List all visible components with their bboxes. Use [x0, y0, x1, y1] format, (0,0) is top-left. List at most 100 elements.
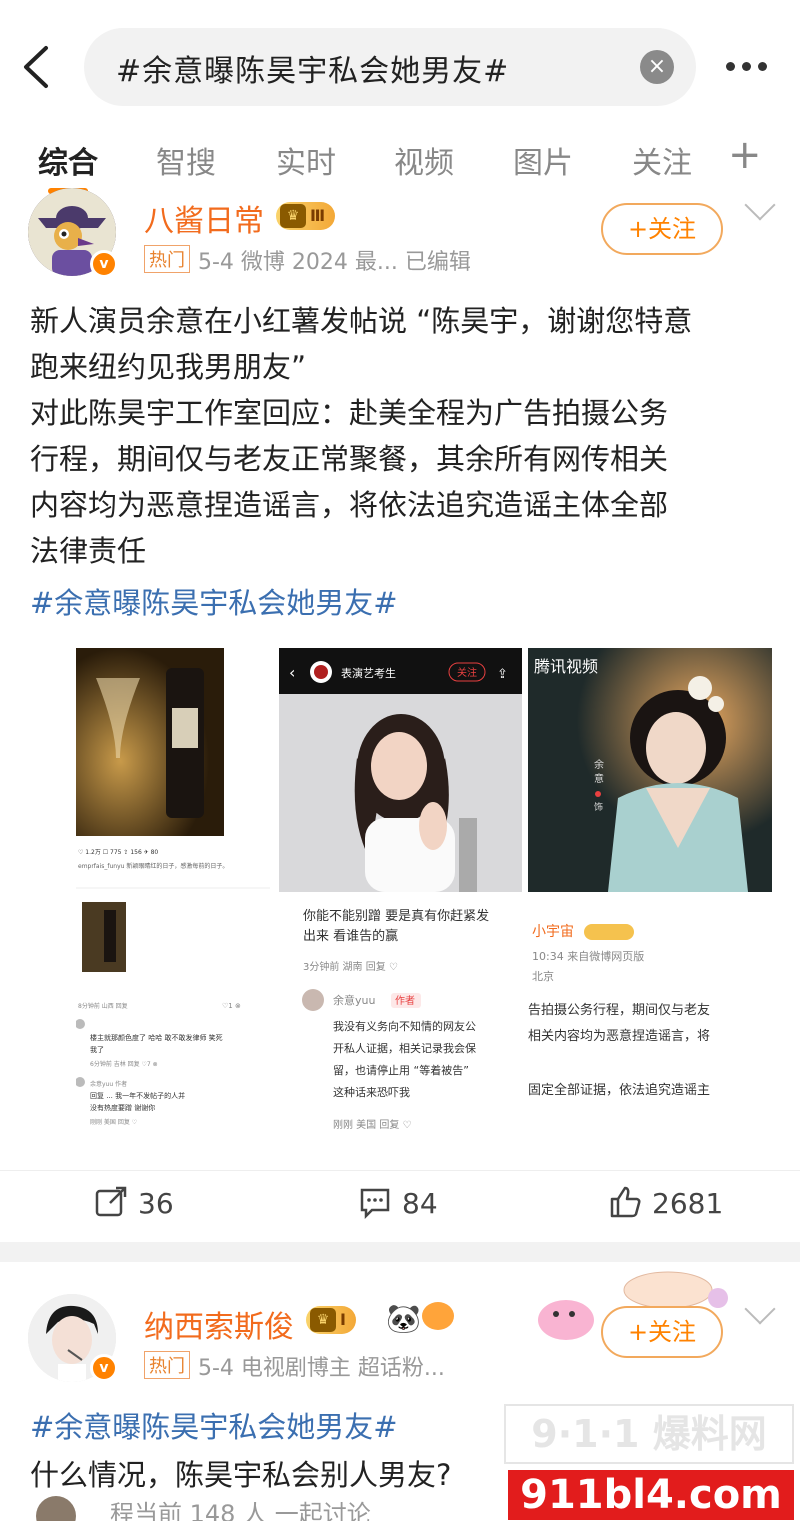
- tab-bar: 综合 智搜 实时 视频 图片 关注 +: [0, 130, 800, 198]
- repost-count: 36: [138, 1187, 174, 1220]
- svg-text:余: 余: [594, 758, 604, 771]
- post-username[interactable]: 纳西索斯俊: [144, 1302, 294, 1346]
- avatar: [36, 1496, 76, 1521]
- user-level-badge: ♛ Ⅰ: [306, 1306, 356, 1334]
- svg-text:相关内容均为恶意捏造谣言，将: 相关内容均为恶意捏造谣言，将: [528, 1028, 710, 1044]
- svg-text:emprfais_funyu 新颖眼睛红的日子，感激每前的日: emprfais_funyu 新颖眼睛红的日子，感激每前的日子。: [78, 862, 228, 870]
- tab-following[interactable]: 关注: [632, 138, 692, 182]
- tab-smart-search[interactable]: 智搜: [156, 138, 216, 182]
- thumbs-up-icon: [610, 1186, 641, 1218]
- svg-text:我了: 我了: [90, 1045, 104, 1054]
- search-query: #余意曝陈昊宇私会她男友#: [116, 54, 510, 89]
- svg-text:刚刚 美国 回复 ♡: 刚刚 美国 回复 ♡: [90, 1118, 137, 1126]
- svg-text:意: 意: [594, 772, 604, 785]
- svg-text:没有热度要蹭 谢谢你: 没有热度要蹭 谢谢你: [90, 1103, 155, 1112]
- comment-icon: [360, 1188, 390, 1220]
- svg-text:10:34 来自微博网页版: 10:34 来自微博网页版: [532, 949, 644, 963]
- level-value: Ⅲ: [310, 206, 326, 225]
- discussion-bar[interactable]: 程当前 148 人 一起讨论: [0, 1490, 505, 1521]
- svg-text:3分钟前 湖南 回复 ♡: 3分钟前 湖南 回复 ♡: [303, 960, 398, 973]
- comment-button[interactable]: 84: [358, 1185, 438, 1220]
- tab-images[interactable]: 图片: [513, 138, 573, 182]
- hot-badge: 热门: [144, 1351, 190, 1379]
- svg-text:固定全部证据，依法追究造谣主: 固定全部证据，依法追究造谣主: [528, 1082, 710, 1098]
- follow-button[interactable]: +关注: [601, 203, 723, 255]
- post-image-3[interactable]: 腾讯视频 余 意 饰 小宇宙 10:34 来自微博网页版 北京 告拍摄公务行程，…: [528, 648, 772, 1140]
- comment-count: 84: [402, 1187, 438, 1220]
- svg-text:刚刚 美国 回复 ♡: 刚刚 美国 回复 ♡: [333, 1118, 412, 1131]
- post-meta: 热门 5-4 电视剧博主 超话粉...: [144, 1350, 445, 1382]
- crown-icon: ♛: [280, 204, 306, 228]
- svg-text:开私人证据，相关记录我会保: 开私人证据，相关记录我会保: [333, 1041, 476, 1055]
- svg-text:余意yuu: 余意yuu: [333, 993, 375, 1007]
- level-value: Ⅰ: [340, 1310, 346, 1329]
- img1-comment-1: 楼主就那颜色度了 哈哈 敢不敢发律师 笑死: [90, 1033, 223, 1042]
- svg-text:腾讯视频: 腾讯视频: [534, 657, 598, 676]
- tab-realtime[interactable]: 实时: [276, 138, 336, 182]
- repost-button[interactable]: 36: [94, 1185, 174, 1220]
- post-text-line: 内容均为恶意捏造谣言，将依法追究造谣主体全部: [30, 488, 669, 522]
- svg-text:‹: ‹: [289, 663, 295, 682]
- post-divider: [0, 1242, 800, 1262]
- post-meta-text: 5-4 电视剧博主 超话粉...: [198, 1356, 445, 1381]
- back-arrow-icon[interactable]: [18, 40, 58, 94]
- tab-video[interactable]: 视频: [394, 138, 454, 182]
- svg-text:北京: 北京: [532, 969, 554, 983]
- svg-text:你能不能别蹭 要是真有你赶紧发: 你能不能别蹭 要是真有你赶紧发: [303, 908, 489, 924]
- svg-text:留，也请停止用 “等着被告”: 留，也请停止用 “等着被告”: [333, 1063, 469, 1077]
- panda-icon: 🐼: [386, 1302, 421, 1335]
- post-text-line: 新人演员余意在小红薯发帖说 “陈昊宇，谢谢您特意: [30, 304, 693, 338]
- follow-button[interactable]: +关注: [601, 1306, 723, 1358]
- more-icon[interactable]: [722, 46, 772, 86]
- tab-comprehensive[interactable]: 综合: [38, 138, 98, 182]
- post-meta-text: 5-4 微博 2024 最... 已编辑: [198, 250, 471, 275]
- svg-text:余意yuu 作者: 余意yuu 作者: [90, 1080, 127, 1088]
- search-input[interactable]: #余意曝陈昊宇私会她男友# ×: [84, 28, 696, 106]
- hot-badge: 热门: [144, 245, 190, 273]
- hashtag-link[interactable]: #余意曝陈昊宇私会她男友#: [30, 1404, 398, 1446]
- like-count: 2681: [652, 1187, 724, 1220]
- watermark-logo: 9·1·1 爆料网: [504, 1404, 794, 1464]
- img2-header: 表演艺考生: [341, 666, 396, 680]
- svg-text:这种话来恐吓我: 这种话来恐吓我: [333, 1085, 410, 1099]
- svg-text:⇪: ⇪: [497, 667, 508, 682]
- svg-text:作者: 作者: [395, 995, 415, 1007]
- add-tab-icon[interactable]: +: [728, 132, 762, 178]
- svg-text:8分钟前 山西 回复: 8分钟前 山西 回复: [78, 1002, 128, 1010]
- top-bar: #余意曝陈昊宇私会她男友# ×: [0, 0, 800, 130]
- svg-text:告拍摄公务行程，期间仅与老友: 告拍摄公务行程，期间仅与老友: [528, 1002, 710, 1018]
- svg-text:出来 看谁告的赢: 出来 看谁告的赢: [303, 928, 398, 944]
- svg-text:♡ 1.2万 ☐ 775 ⇪ 156 ✈ 80: ♡ 1.2万 ☐ 775 ⇪ 156 ✈ 80: [78, 849, 158, 856]
- svg-text:小宇宙: 小宇宙: [532, 924, 574, 940]
- post-text-line: 跑来纽约见我男朋友”: [30, 350, 307, 384]
- svg-text:饰: 饰: [594, 801, 603, 813]
- post-text-line: 对此陈昊宇工作室回应：赴美全程为广告拍摄公务: [30, 396, 669, 430]
- svg-text:♡1 ⊗: ♡1 ⊗: [222, 1002, 241, 1010]
- watermark-site: 911bl4.com: [508, 1470, 794, 1520]
- crown-icon: ♛: [310, 1308, 336, 1332]
- post-meta: 热门 5-4 微博 2024 最... 已编辑: [144, 244, 471, 276]
- post-image-2[interactable]: ‹ 表演艺考生 关注 ⇪ 你能不能别蹭 要是真有你赶紧发 出来 看谁告的赢 3分…: [279, 648, 522, 1140]
- post-text-line: 行程，期间仅与老友正常聚餐，其余所有网传相关: [30, 442, 669, 476]
- svg-text:我没有义务向不知情的网友公: 我没有义务向不知情的网友公: [333, 1019, 476, 1033]
- post-image-1[interactable]: ♡ 1.2万 ☐ 775 ⇪ 156 ✈ 80 emprfais_funyu 新…: [76, 648, 270, 1140]
- user-level-badge: ♛ Ⅲ: [276, 202, 336, 230]
- svg-text:6分钟前 吉林 回复 ♡7 ⊗: 6分钟前 吉林 回复 ♡7 ⊗: [90, 1060, 158, 1068]
- like-button[interactable]: 2681: [608, 1185, 723, 1220]
- watermark-brand: 9·1·1 爆料网: [531, 1412, 767, 1456]
- post-actions: 36 84 2681: [0, 1170, 800, 1240]
- svg-text:回复 ... 我一年不发帖子的人并: 回复 ... 我一年不发帖子的人并: [90, 1091, 185, 1100]
- verified-badge-icon: v: [90, 1354, 118, 1382]
- post-username[interactable]: 八酱日常: [144, 196, 264, 240]
- post-text: 新人演员余意在小红薯发帖说 “陈昊宇，谢谢您特意 跑来纽约见我男朋友” 对此陈昊…: [30, 298, 770, 574]
- verified-badge-icon: v: [90, 250, 118, 278]
- clear-icon[interactable]: ×: [640, 50, 674, 84]
- post-text: 什么情况，陈昊宇私会别人男友?: [30, 1458, 452, 1492]
- fish-icon: [422, 1302, 454, 1330]
- repost-icon: [95, 1186, 127, 1217]
- hashtag-link[interactable]: #余意曝陈昊宇私会她男友#: [30, 580, 398, 622]
- discussion-text: 程当前 148 人 一起讨论: [110, 1500, 371, 1521]
- svg-text:关注: 关注: [457, 666, 477, 679]
- post-text-line: 法律责任: [30, 534, 147, 568]
- chevron-down-icon[interactable]: [744, 1293, 776, 1325]
